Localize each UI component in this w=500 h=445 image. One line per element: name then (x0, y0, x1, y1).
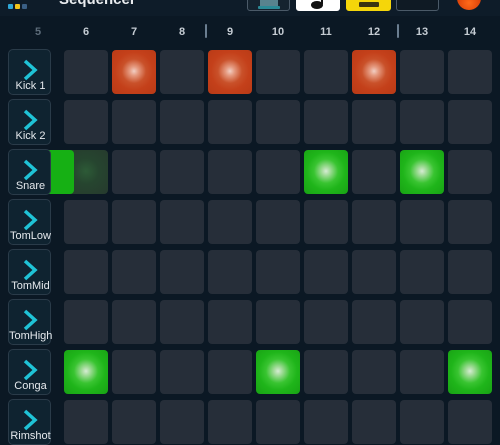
step-cell[interactable] (160, 250, 204, 294)
step-cell[interactable] (352, 150, 396, 194)
step-cell[interactable] (304, 50, 348, 94)
step-cell[interactable] (64, 300, 108, 344)
chevron-right-icon (23, 159, 38, 181)
step-cell[interactable] (304, 200, 348, 244)
step-cell[interactable] (304, 400, 348, 444)
step-cell[interactable] (448, 400, 492, 444)
step-cell[interactable] (112, 300, 156, 344)
track-label: Snare (15, 180, 46, 192)
track-button-kick-2[interactable]: Kick 2 (8, 99, 51, 145)
step-cell[interactable] (208, 400, 252, 444)
step-cell[interactable] (256, 300, 300, 344)
step-cell[interactable] (448, 250, 492, 294)
step-cell[interactable] (208, 200, 252, 244)
step-cell[interactable] (256, 400, 300, 444)
step-cell[interactable] (400, 400, 444, 444)
track-label: TomHigh (9, 330, 53, 342)
step-cell[interactable] (400, 150, 444, 194)
step-cell[interactable] (352, 100, 396, 144)
track-button-conga[interactable]: Conga (8, 349, 51, 395)
step-cell[interactable] (304, 350, 348, 394)
chevron-right-icon (23, 359, 38, 381)
step-cell[interactable] (352, 350, 396, 394)
step-cell[interactable] (448, 50, 492, 94)
step-cell[interactable] (160, 100, 204, 144)
step-cell[interactable] (256, 150, 300, 194)
step-cell[interactable] (160, 400, 204, 444)
step-cell[interactable] (112, 200, 156, 244)
step-cell[interactable] (160, 200, 204, 244)
step-cell[interactable] (400, 300, 444, 344)
step-cell[interactable] (208, 150, 252, 194)
step-cell[interactable] (112, 250, 156, 294)
step-cell[interactable] (112, 100, 156, 144)
step-cell[interactable] (256, 250, 300, 294)
step-cell[interactable] (400, 50, 444, 94)
step-cell[interactable] (112, 150, 156, 194)
step-cell[interactable] (304, 100, 348, 144)
step-cell[interactable] (352, 200, 396, 244)
chevron-right-icon (23, 259, 38, 281)
step-cell[interactable] (256, 200, 300, 244)
step-cell[interactable] (304, 300, 348, 344)
chevron-right-icon (23, 309, 38, 331)
step-cell[interactable] (208, 300, 252, 344)
step-cell[interactable] (352, 300, 396, 344)
chevron-right-icon (23, 409, 38, 431)
chevron-right-icon (23, 209, 38, 231)
step-cell[interactable] (64, 200, 108, 244)
track-button-snare[interactable]: Snare (8, 149, 51, 195)
step-cell[interactable] (448, 350, 492, 394)
step-cell[interactable] (304, 150, 348, 194)
track-label: Conga (14, 380, 47, 392)
step-cell[interactable] (256, 50, 300, 94)
track-label: TomMid (11, 280, 50, 292)
step-grid: Kick 1 Kick 2 Snare TomLow TomMid TomHigh Cong… (0, 0, 500, 445)
step-cell[interactable] (64, 100, 108, 144)
step-cell[interactable] (256, 350, 300, 394)
step-cell[interactable] (352, 250, 396, 294)
step-cell[interactable] (352, 400, 396, 444)
step-cell[interactable] (448, 200, 492, 244)
step-cell[interactable] (160, 50, 204, 94)
step-cell[interactable] (160, 350, 204, 394)
step-cell[interactable] (448, 100, 492, 144)
step-cell[interactable] (112, 50, 156, 94)
step-cell[interactable] (256, 100, 300, 144)
track-button-rimshot[interactable]: Rimshot (8, 399, 51, 445)
step-cell[interactable] (112, 350, 156, 394)
track-label: Kick 2 (15, 130, 46, 142)
step-cell[interactable] (64, 350, 108, 394)
step-cell[interactable] (208, 100, 252, 144)
step-cell[interactable] (160, 300, 204, 344)
step-cell[interactable] (448, 150, 492, 194)
track-label: Rimshot (10, 430, 51, 442)
step-cell[interactable] (64, 50, 108, 94)
step-cell[interactable] (208, 250, 252, 294)
step-cell[interactable] (400, 100, 444, 144)
track-button-kick-1[interactable]: Kick 1 (8, 49, 51, 95)
step-cell[interactable] (64, 250, 108, 294)
step-cell[interactable] (304, 250, 348, 294)
track-label: Kick 1 (15, 80, 46, 92)
step-cell[interactable] (352, 50, 396, 94)
step-cell[interactable] (448, 300, 492, 344)
step-cell[interactable] (400, 200, 444, 244)
step-cell[interactable] (112, 400, 156, 444)
step-cell[interactable] (400, 350, 444, 394)
step-cell[interactable] (160, 150, 204, 194)
chevron-right-icon (23, 59, 38, 81)
track-button-tomhigh[interactable]: TomHigh (8, 299, 53, 345)
track-label: TomLow (10, 230, 51, 242)
step-cell[interactable] (400, 250, 444, 294)
step-cell[interactable] (208, 350, 252, 394)
chevron-right-icon (23, 109, 38, 131)
track-button-tomlow[interactable]: TomLow (8, 199, 51, 245)
step-cell[interactable] (64, 400, 108, 444)
track-button-tommid[interactable]: TomMid (8, 249, 51, 295)
step-cell[interactable] (208, 50, 252, 94)
